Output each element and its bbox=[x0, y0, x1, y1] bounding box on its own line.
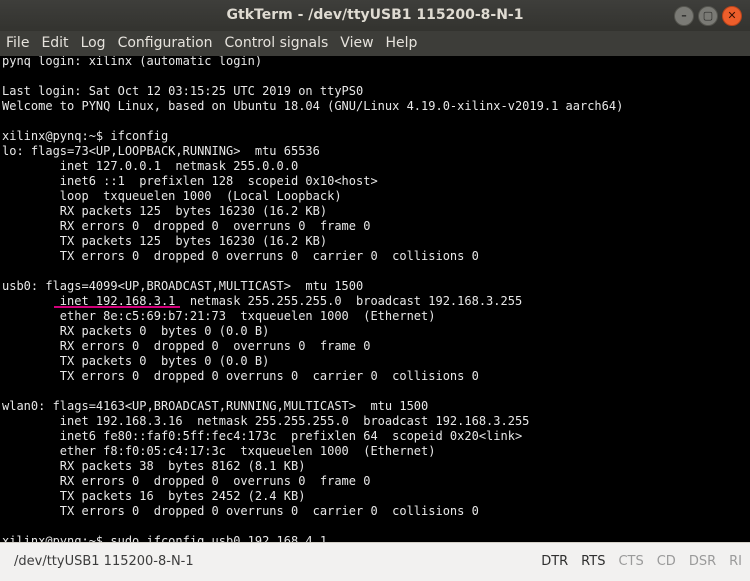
terminal-line: Welcome to PYNQ Linux, based on Ubuntu 1… bbox=[2, 99, 624, 113]
terminal-line: RX errors 0 dropped 0 overruns 0 frame 0 bbox=[2, 219, 371, 233]
terminal-line: RX errors 0 dropped 0 overruns 0 frame 0 bbox=[2, 339, 371, 353]
menu-control-signals[interactable]: Control signals bbox=[219, 31, 335, 56]
terminal-line: inet 192.168.3.1 netmask 255.255.255.0 b… bbox=[2, 294, 523, 308]
terminal-line: inet6 fe80::faf0:5ff:fec4:173c prefixlen… bbox=[2, 429, 523, 443]
terminal-line: TX errors 0 dropped 0 overruns 0 carrier… bbox=[2, 369, 479, 383]
signal-dtr: DTR bbox=[541, 554, 569, 569]
terminal-line: TX packets 125 bytes 16230 (16.2 KB) bbox=[2, 234, 328, 248]
terminal-line: Last login: Sat Oct 12 03:15:25 UTC 2019… bbox=[2, 84, 364, 98]
menu-edit[interactable]: Edit bbox=[35, 31, 74, 56]
menu-log[interactable]: Log bbox=[75, 31, 112, 56]
menu-view[interactable]: View bbox=[334, 31, 379, 56]
terminal-line: RX errors 0 dropped 0 overruns 0 frame 0 bbox=[2, 474, 371, 488]
terminal-line: TX errors 0 dropped 0 overruns 0 carrier… bbox=[2, 249, 479, 263]
menu-configuration[interactable]: Configuration bbox=[112, 31, 219, 56]
gtkterm-window: GtkTerm - /dev/ttyUSB1 115200-8-N-1 – ▢ … bbox=[0, 0, 750, 581]
terminal-line: xilinx@pynq:~$ ifconfig bbox=[2, 129, 169, 143]
terminal-line: loop txqueuelen 1000 (Local Loopback) bbox=[2, 189, 342, 203]
terminal-line: RX packets 38 bytes 8162 (8.1 KB) bbox=[2, 459, 306, 473]
signal-cd: CD bbox=[656, 554, 676, 569]
terminal-line: xilinx@pynq:~$ sudo ifconfig usb0 192.16… bbox=[2, 534, 328, 542]
signal-dsr: DSR bbox=[688, 554, 717, 569]
signal-ri: RI bbox=[729, 554, 742, 569]
terminal-line: lo: flags=73<UP,LOOPBACK,RUNNING> mtu 65… bbox=[2, 144, 320, 158]
window-title: GtkTerm - /dev/ttyUSB1 115200-8-N-1 bbox=[226, 7, 524, 23]
terminal-line: pynq login: xilinx (automatic login) bbox=[2, 56, 263, 68]
terminal-line: wlan0: flags=4163<UP,BROADCAST,RUNNING,M… bbox=[2, 399, 429, 413]
menu-help[interactable]: Help bbox=[380, 31, 424, 56]
terminal-line: TX errors 0 dropped 0 overruns 0 carrier… bbox=[2, 504, 479, 518]
terminal-line: RX packets 0 bytes 0 (0.0 B) bbox=[2, 324, 270, 338]
signal-rts: RTS bbox=[581, 554, 606, 569]
terminal-line: inet 127.0.0.1 netmask 255.0.0.0 bbox=[2, 159, 299, 173]
menu-file[interactable]: File bbox=[0, 31, 35, 56]
window-controls: – ▢ ✕ bbox=[674, 6, 742, 26]
terminal-line: inet 192.168.3.16 netmask 255.255.255.0 … bbox=[2, 414, 530, 428]
terminal-line: usb0: flags=4099<UP,BROADCAST,MULTICAST>… bbox=[2, 279, 364, 293]
signal-cts: CTS bbox=[618, 554, 644, 569]
title-bar[interactable]: GtkTerm - /dev/ttyUSB1 115200-8-N-1 – ▢ … bbox=[0, 0, 750, 31]
close-button[interactable]: ✕ bbox=[722, 6, 742, 26]
terminal-line: ether f8:f0:05:c4:17:3c txqueuelen 1000 … bbox=[2, 444, 436, 458]
port-settings-label: /dev/ttyUSB1 115200-8-N-1 bbox=[14, 554, 194, 569]
minimize-button[interactable]: – bbox=[674, 6, 694, 26]
menu-bar: File Edit Log Configuration Control sign… bbox=[0, 31, 750, 56]
terminal-line: ether 8e:c5:69:b7:21:73 txqueuelen 1000 … bbox=[2, 309, 436, 323]
terminal-line: inet6 ::1 prefixlen 128 scopeid 0x10<hos… bbox=[2, 174, 378, 188]
terminal-line: TX packets 16 bytes 2452 (2.4 KB) bbox=[2, 489, 306, 503]
terminal-area[interactable]: pynq login: xilinx (automatic login) Last… bbox=[0, 56, 750, 542]
terminal-line: RX packets 125 bytes 16230 (16.2 KB) bbox=[2, 204, 328, 218]
terminal-line: TX packets 0 bytes 0 (0.0 B) bbox=[2, 354, 270, 368]
maximize-button[interactable]: ▢ bbox=[698, 6, 718, 26]
control-signals-indicators: DTR RTS CTS CD DSR RI bbox=[541, 543, 742, 581]
status-bar: /dev/ttyUSB1 115200-8-N-1 DTR RTS CTS CD DSR… bbox=[0, 542, 750, 581]
